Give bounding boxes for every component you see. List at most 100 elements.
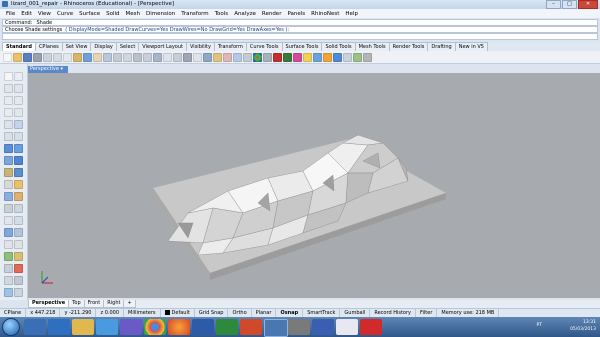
- environment-icon[interactable]: [313, 52, 322, 62]
- firefox-taskbar-icon[interactable]: [168, 319, 190, 335]
- analysis-icon[interactable]: [353, 52, 362, 62]
- tab-select[interactable]: Select: [115, 42, 140, 51]
- app-taskbar-icon[interactable]: [288, 319, 310, 335]
- fillet-icon[interactable]: [4, 132, 13, 141]
- filter-toggle[interactable]: Filter: [416, 309, 438, 317]
- blue-app-taskbar-icon[interactable]: [312, 319, 334, 335]
- language-indicator[interactable]: PT: [537, 323, 542, 328]
- new-icon[interactable]: [3, 52, 12, 62]
- extrude-icon[interactable]: [14, 144, 23, 153]
- move-icon[interactable]: [4, 204, 13, 213]
- dimension-icon[interactable]: [4, 240, 13, 249]
- viewtab-perspective[interactable]: Perspective: [28, 300, 70, 308]
- powerpoint-taskbar-icon[interactable]: [240, 319, 262, 335]
- tab-display[interactable]: Display: [90, 42, 117, 51]
- tab-mesh-tools[interactable]: Mesh Tools: [354, 42, 390, 51]
- rotate-view-icon[interactable]: [103, 52, 112, 62]
- undo-view-icon[interactable]: [153, 52, 162, 62]
- tab-solid-tools[interactable]: Solid Tools: [321, 42, 356, 51]
- rotate-icon[interactable]: [4, 216, 13, 225]
- layers-icon[interactable]: [223, 52, 232, 62]
- text-icon[interactable]: [14, 240, 23, 249]
- tab-render-tools[interactable]: Render Tools: [388, 42, 429, 51]
- help-icon[interactable]: [333, 52, 342, 62]
- viewtab-front[interactable]: Front: [83, 300, 105, 308]
- grid-icon[interactable]: [193, 52, 202, 62]
- freeform-curve-icon[interactable]: [14, 120, 23, 129]
- rhino-active-taskbar-icon[interactable]: [264, 319, 288, 337]
- lock-icon[interactable]: [213, 52, 222, 62]
- tab-standard[interactable]: Standard: [2, 42, 36, 51]
- copy-object-icon[interactable]: [14, 204, 23, 213]
- copy-icon[interactable]: [63, 52, 72, 62]
- split-icon[interactable]: [14, 192, 23, 201]
- menu-surface[interactable]: Surface: [76, 11, 103, 17]
- box-icon[interactable]: [4, 156, 13, 165]
- scale-icon[interactable]: [14, 216, 23, 225]
- zoom-selected-icon[interactable]: [143, 52, 152, 62]
- zoom-extents-icon[interactable]: [133, 52, 142, 62]
- color-wheel-icon[interactable]: [253, 52, 262, 62]
- curve-icon[interactable]: [14, 84, 23, 93]
- tab-surface-tools[interactable]: Surface Tools: [281, 42, 323, 51]
- menu-tools[interactable]: Tools: [212, 11, 232, 17]
- menu-solid[interactable]: Solid: [103, 11, 122, 17]
- ellipse-icon[interactable]: [4, 108, 13, 117]
- texture-icon[interactable]: [323, 52, 332, 62]
- polyline-icon[interactable]: [4, 84, 13, 93]
- chrome-taskbar-icon[interactable]: [144, 319, 166, 335]
- render-settings-icon[interactable]: [14, 276, 23, 285]
- menu-dimension[interactable]: Dimension: [143, 11, 178, 17]
- options-icon[interactable]: [343, 52, 352, 62]
- windows-start-button[interactable]: [2, 318, 20, 336]
- menu-view[interactable]: View: [35, 11, 54, 17]
- red-app-taskbar-icon[interactable]: [360, 319, 382, 335]
- perspective-viewport[interactable]: [28, 73, 600, 298]
- ortho-toggle[interactable]: Ortho: [228, 309, 252, 317]
- viewport-title-perspective[interactable]: Perspective ▾: [28, 66, 68, 73]
- ie-taskbar-icon[interactable]: [96, 319, 118, 335]
- tab-transform[interactable]: Transform: [213, 42, 247, 51]
- cplane-label[interactable]: CPlane: [0, 309, 27, 317]
- select-icon[interactable]: [183, 52, 192, 62]
- outlook-taskbar-icon[interactable]: [48, 319, 70, 335]
- cut-icon[interactable]: [53, 52, 62, 62]
- drafting-icon[interactable]: [4, 276, 13, 285]
- add-viewtab-button[interactable]: +: [123, 300, 136, 308]
- circle-icon[interactable]: [4, 96, 13, 105]
- menu-help[interactable]: Help: [342, 11, 361, 17]
- point-edit-icon[interactable]: [4, 252, 13, 261]
- render-sphere-icon[interactable]: [273, 52, 282, 62]
- select-arrow-icon[interactable]: [4, 72, 13, 81]
- group-icon[interactable]: [4, 264, 13, 273]
- command-input[interactable]: [2, 33, 598, 40]
- tab-cplanes[interactable]: CPlanes: [34, 42, 63, 51]
- menu-transform[interactable]: Transform: [178, 11, 211, 17]
- four-viewports-icon[interactable]: [163, 52, 172, 62]
- viewtab-right[interactable]: Right: [103, 300, 125, 308]
- import-icon[interactable]: [43, 52, 52, 62]
- menu-rhinonest[interactable]: RhinoNest: [308, 11, 342, 17]
- offset-icon[interactable]: [14, 132, 23, 141]
- paint-taskbar-icon[interactable]: [336, 319, 358, 335]
- cplane-icon[interactable]: [173, 52, 182, 62]
- light-icon[interactable]: [303, 52, 312, 62]
- mirror-icon[interactable]: [4, 228, 13, 237]
- zoom-window-icon[interactable]: [123, 52, 132, 62]
- rhino-taskbar-icon[interactable]: [24, 319, 46, 335]
- properties-icon[interactable]: [233, 52, 242, 62]
- sphere-icon[interactable]: [14, 156, 23, 165]
- tab-new-in-v5[interactable]: New in V5: [454, 42, 488, 51]
- tab-viewport-layout[interactable]: Viewport Layout: [138, 42, 187, 51]
- planar-toggle[interactable]: Planar: [252, 309, 277, 317]
- close-button[interactable]: ✕: [578, 0, 598, 9]
- surface-icon[interactable]: [4, 144, 13, 153]
- block-icon[interactable]: [14, 264, 23, 273]
- analyze-icon[interactable]: [14, 252, 23, 261]
- menu-edit[interactable]: Edit: [18, 11, 35, 17]
- explode-icon[interactable]: [14, 180, 23, 189]
- rectangle-icon[interactable]: [14, 108, 23, 117]
- tab-curve-tools[interactable]: Curve Tools: [245, 42, 283, 51]
- minimize-button[interactable]: –: [546, 0, 561, 9]
- shaded-sphere-icon[interactable]: [263, 52, 272, 62]
